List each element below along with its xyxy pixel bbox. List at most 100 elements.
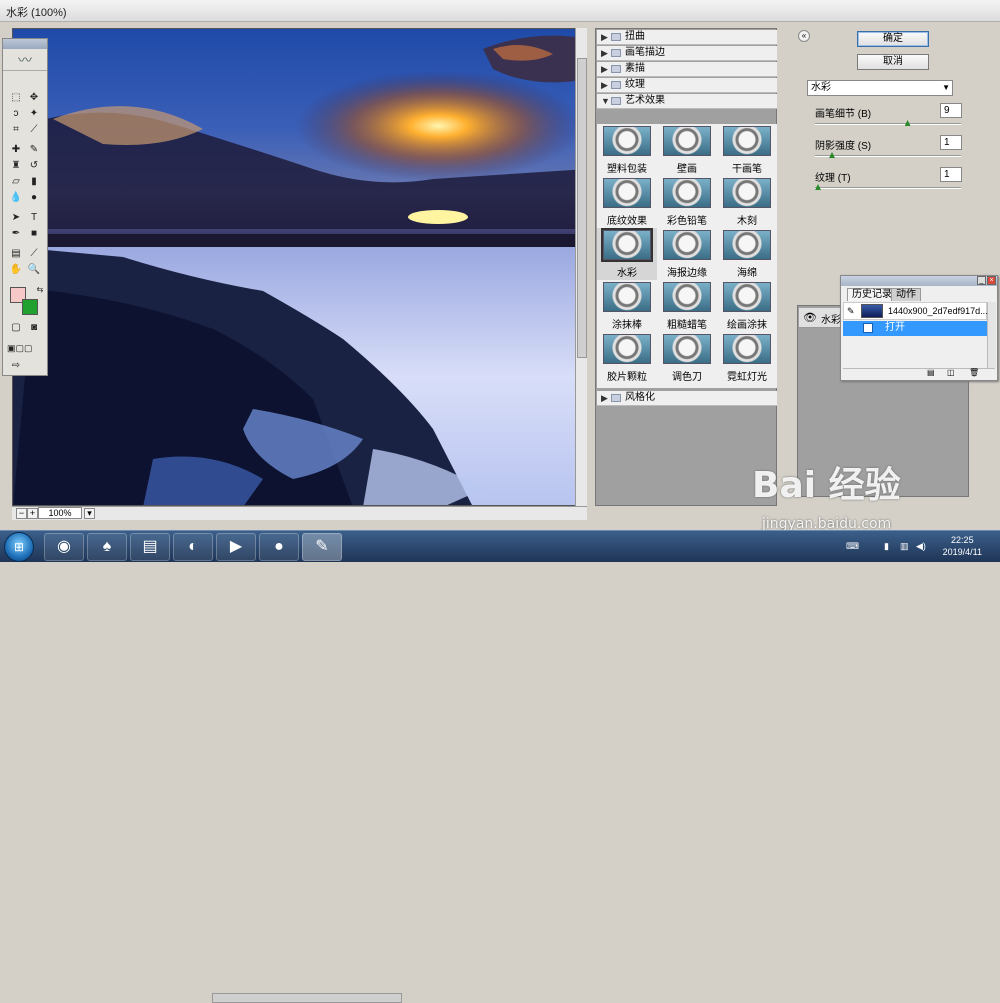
- slider-knob[interactable]: [829, 152, 835, 158]
- notes-tool-icon[interactable]: ▤: [9, 247, 23, 261]
- category-sketch[interactable]: ▶ 素描: [597, 62, 777, 77]
- history-brush-source-icon[interactable]: ✎: [847, 303, 855, 319]
- history-snapshot-row[interactable]: ✎ 1440x900_2d7edf917d...: [843, 302, 988, 320]
- zoom-out-button[interactable]: −: [16, 508, 27, 519]
- preview-vertical-scroll-thumb[interactable]: [577, 58, 587, 358]
- filter-thumb-palette-knife[interactable]: 调色刀: [657, 332, 717, 384]
- start-button[interactable]: ⊞: [4, 532, 34, 562]
- tab-history[interactable]: 历史记录: [847, 288, 897, 301]
- clone-stamp-tool-icon[interactable]: ♜: [9, 159, 23, 173]
- filter-thumb-dry-brush[interactable]: 干画笔: [717, 124, 777, 176]
- screen-mode-icon[interactable]: ▣▢▢: [7, 341, 33, 355]
- filter-thumb-smudge-stick[interactable]: 涂抹棒: [597, 280, 657, 332]
- filter-thumb-paint-daubs[interactable]: 绘画涂抹: [717, 280, 777, 332]
- slider-knob[interactable]: [904, 120, 911, 126]
- device-icon[interactable]: ▮: [884, 541, 889, 552]
- clock[interactable]: 22:25 2019/4/11: [943, 534, 982, 558]
- snapshot-name: 1440x900_2d7edf917d...: [888, 306, 988, 316]
- shape-tool-icon[interactable]: ■: [27, 227, 41, 241]
- filter-thumb-cutout[interactable]: 木刻: [717, 176, 777, 228]
- zoom-dropdown-button[interactable]: ▾: [84, 508, 95, 519]
- lasso-tool-icon[interactable]: ↄ: [9, 107, 23, 121]
- pen-tool-icon[interactable]: ✒: [9, 227, 23, 241]
- cancel-button[interactable]: 取消: [857, 54, 929, 70]
- preview-horizontal-scroll-thumb[interactable]: [212, 993, 402, 1003]
- brush-detail-input[interactable]: 9: [940, 103, 962, 118]
- type-tool-icon[interactable]: T: [27, 211, 41, 225]
- thumb-image: [603, 334, 651, 364]
- swap-colors-icon[interactable]: ⇆: [33, 283, 47, 297]
- preview-vertical-scrollbar[interactable]: [575, 28, 587, 506]
- filter-thumb-poster-edges[interactable]: 海报边缘: [657, 228, 717, 280]
- taskbar-app-firefox[interactable]: ◐: [173, 533, 213, 561]
- history-panel-header[interactable]: _ ×: [841, 276, 997, 286]
- taskbar-app-video[interactable]: ▶: [216, 533, 256, 561]
- minimize-icon[interactable]: _: [977, 276, 986, 285]
- taskbar-app-photoshop-feather[interactable]: ✎: [302, 533, 342, 561]
- hand-tool-icon[interactable]: ✋: [9, 263, 23, 277]
- texture-slider[interactable]: [815, 184, 961, 190]
- slice-tool-icon[interactable]: ⟋: [27, 123, 41, 137]
- shadow-intensity-slider[interactable]: [815, 152, 961, 158]
- move-tool-icon[interactable]: ✥: [27, 91, 41, 105]
- filter-thumb-rough-pastels[interactable]: 粗糙蜡笔: [657, 280, 717, 332]
- filter-thumb-watercolor[interactable]: 水彩: [597, 228, 657, 280]
- taskbar-app-recorder[interactable]: ●: [259, 533, 299, 561]
- crop-tool-icon[interactable]: ⌗: [9, 123, 23, 137]
- zoom-in-button[interactable]: +: [27, 508, 38, 519]
- category-stylize[interactable]: ▶ 风格化: [597, 391, 777, 406]
- thumb-image: [663, 126, 711, 156]
- magic-wand-tool-icon[interactable]: ✦: [27, 107, 41, 121]
- category-brush-strokes[interactable]: ▶ 画笔描边: [597, 46, 777, 61]
- tab-actions[interactable]: 动作: [891, 288, 921, 301]
- texture-input[interactable]: 1: [940, 167, 962, 182]
- marquee-tool-icon[interactable]: ⬚: [9, 91, 23, 105]
- brush-detail-slider[interactable]: [815, 120, 961, 126]
- gradient-tool-icon[interactable]: ▮: [27, 175, 41, 189]
- history-scrollbar[interactable]: [987, 302, 996, 368]
- jump-to-imageready-icon[interactable]: ⇨: [9, 359, 23, 373]
- category-distort[interactable]: ▶ 扭曲: [597, 30, 777, 45]
- brush-tool-icon[interactable]: ✎: [27, 143, 41, 157]
- volume-icon[interactable]: ◀): [916, 541, 926, 552]
- preview-canvas[interactable]: [12, 28, 587, 506]
- tools-palette-header[interactable]: [3, 39, 47, 49]
- filter-thumb-underpainting[interactable]: 底纹效果: [597, 176, 657, 228]
- history-brush-tool-icon[interactable]: ↺: [27, 159, 41, 173]
- close-icon[interactable]: ×: [987, 276, 996, 285]
- shadow-intensity-input[interactable]: 1: [940, 135, 962, 150]
- category-artistic[interactable]: ▼ 艺术效果: [597, 94, 777, 109]
- new-snapshot-icon[interactable]: ◫: [947, 368, 955, 377]
- slider-knob[interactable]: [815, 184, 821, 190]
- healing-brush-tool-icon[interactable]: ✚: [9, 143, 23, 157]
- new-document-from-state-icon[interactable]: ▤: [927, 368, 935, 377]
- feather-logo-icon[interactable]: 〰: [3, 49, 47, 71]
- path-selection-tool-icon[interactable]: ➤: [9, 211, 23, 225]
- quick-mask-mode-icon[interactable]: ◙: [27, 321, 41, 335]
- filter-thumb-neon-glow[interactable]: 霓虹灯光: [717, 332, 777, 384]
- filter-select[interactable]: 水彩 ▼: [807, 80, 953, 96]
- taskbar-app-qq[interactable]: ♠: [87, 533, 127, 561]
- zoom-tool-icon[interactable]: 🔍: [27, 263, 41, 277]
- filter-thumb-sponge[interactable]: 海绵: [717, 228, 777, 280]
- eyedropper-tool-icon[interactable]: ⟋: [27, 247, 41, 261]
- dodge-tool-icon[interactable]: ●: [27, 191, 41, 205]
- ok-button[interactable]: 确定: [857, 31, 929, 47]
- keyboard-icon[interactable]: ⌨: [846, 541, 859, 552]
- standard-mode-icon[interactable]: ▢: [9, 321, 23, 335]
- network-icon[interactable]: ▥: [900, 541, 909, 552]
- taskbar-app-explorer[interactable]: ▤: [130, 533, 170, 561]
- filter-thumb-plastic-wrap[interactable]: 塑料包装: [597, 124, 657, 176]
- filter-thumb-colored-pencil[interactable]: 彩色铅笔: [657, 176, 717, 228]
- filter-thumb-fresco[interactable]: 壁画: [657, 124, 717, 176]
- taskbar-app-360[interactable]: ◉: [44, 533, 84, 561]
- delete-state-icon[interactable]: 🗑: [969, 368, 979, 377]
- history-state-row[interactable]: 打开: [843, 321, 987, 336]
- filter-thumb-film-grain[interactable]: 胶片颗粒: [597, 332, 657, 384]
- background-color-swatch[interactable]: [22, 299, 38, 315]
- eye-icon[interactable]: 👁: [803, 311, 817, 324]
- category-texture[interactable]: ▶ 纹理: [597, 78, 777, 93]
- zoom-level[interactable]: 100%: [38, 507, 82, 519]
- eraser-tool-icon[interactable]: ▱: [9, 175, 23, 189]
- blur-tool-icon[interactable]: 💧: [9, 191, 23, 205]
